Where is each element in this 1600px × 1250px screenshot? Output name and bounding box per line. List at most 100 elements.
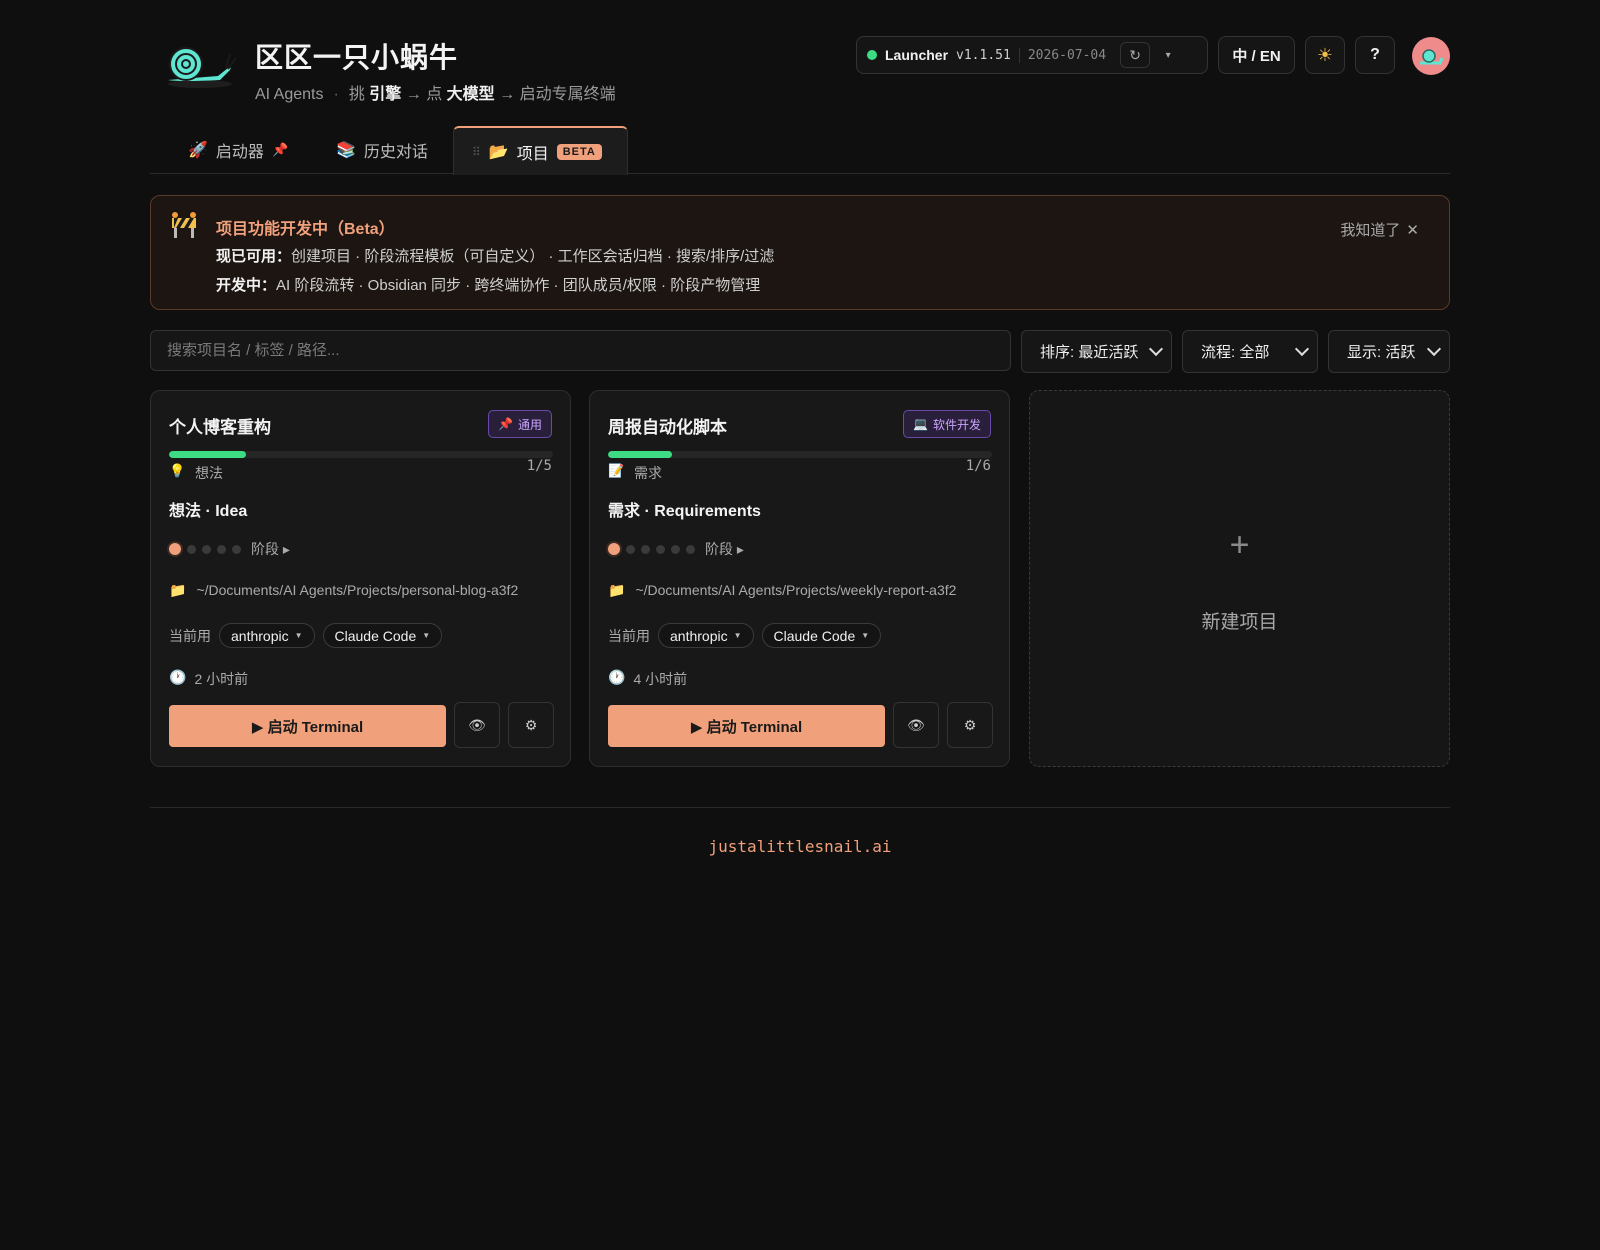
subtitle-arrow: → 点 [405,86,443,103]
header: 区区一只小蜗牛 AI Agents · 挑 引擎 → 点 大模型 → 启动专属终端 … [150,30,1450,110]
tool-value: Claude Code [773,627,856,644]
construction-icon [172,212,196,238]
sort-select[interactable]: 排序: 最近活跃 [1021,330,1172,373]
launcher-name: Launcher [885,47,949,63]
chevron-down-icon [1148,341,1164,357]
pin-icon: 📌 [271,142,289,157]
chevron-down-icon: ▼ [294,631,303,640]
project-card[interactable]: 周报自动化脚本 💻 软件开发 📝 需求 1/6 需求 · Requirement… [589,390,1010,767]
stage-short: 需求 [634,465,662,481]
stage-dot-current[interactable] [608,543,620,555]
chevron-down-icon: ▼ [861,631,870,640]
model-row: 当前用 anthropic ▼ Claude Code ▼ [608,623,882,648]
project-card[interactable]: 个人博客重构 📌 通用 💡 想法 1/5 想法 · Idea 阶段 ▸ 📁 ~/… [150,390,571,767]
tab-label: 启动器 [215,144,264,161]
project-tag[interactable]: 📌 通用 [488,410,552,438]
tool-dropdown[interactable]: Claude Code ▼ [761,623,882,648]
last-active: 🕐 2 小时前 [169,669,248,689]
language-toggle-button[interactable]: 中 / EN [1218,36,1295,74]
stage-short: 想法 [195,465,223,481]
current-label: 当前用 [608,627,650,644]
beta-badge: BETA [556,143,602,160]
launcher-status[interactable]: Launcher v1.1.51 2026-07-04 ↻ ▾ [856,36,1208,74]
time-text: 2 小时前 [194,671,249,687]
current-label: 当前用 [169,627,211,644]
lightbulb-icon: 💡 [169,463,186,478]
stage-dot[interactable] [232,544,241,554]
status-dot-icon [867,50,877,60]
last-active: 🕐 4 小时前 [608,669,687,689]
time-text: 4 小时前 [633,671,688,687]
drag-handle-icon[interactable]: ⠿ [472,145,481,159]
stage-dot[interactable] [626,544,635,554]
provider-value: anthropic [231,627,289,644]
clock-icon: 🕐 [608,669,626,685]
launch-terminal-button[interactable]: ▶ 启动 Terminal [608,705,885,747]
tool-dropdown[interactable]: Claude Code ▼ [322,623,443,648]
new-project-card[interactable]: + 新建项目 [1029,390,1450,767]
provider-dropdown[interactable]: anthropic ▼ [658,623,754,648]
eye-icon[interactable]: 👁 [454,702,500,748]
path-text: ~/Documents/AI Agents/Projects/personal-… [196,582,519,598]
sun-icon[interactable]: ☀ [1305,36,1345,74]
dismiss-button[interactable]: 我知道了 ✕ [1340,219,1419,240]
refresh-icon[interactable]: ↻ [1120,42,1151,68]
stage-dot[interactable] [217,544,226,554]
project-name: 周报自动化脚本 [608,418,727,437]
search-input[interactable] [150,330,1011,371]
help-button[interactable]: ? [1355,36,1395,74]
stage-dot[interactable] [686,544,695,554]
eye-icon[interactable]: 👁 [893,702,939,748]
stage-dots-label: 阶段 ▸ [705,541,744,557]
folder-icon: 📂 [488,143,509,161]
close-icon: ✕ [1406,221,1419,239]
subtitle-rest: → 启动专属终端 [499,86,616,103]
folder-icon: 📁 [169,582,187,598]
show-select[interactable]: 显示: 活跃 [1328,330,1450,373]
stage-dot[interactable] [187,544,196,554]
tab-label: 项目 [516,145,549,163]
avatar[interactable] [1412,37,1450,75]
tab-bar: 🚀 启动器 📌 📚 历史对话 ⠿ 📂 项目 BETA [150,126,1450,175]
banner-available: 现已可用：创建项目 · 阶段流程模板（可自定义） · 工作区会话归档 · 搜索/… [216,245,774,266]
stage-dots[interactable]: 阶段 ▸ [608,539,744,559]
stage-dot[interactable] [202,544,211,554]
tab-history[interactable]: 📚 历史对话 [318,126,446,174]
project-tag[interactable]: 💻 软件开发 [903,410,991,438]
stage-dot[interactable] [671,544,680,554]
memo-icon: 📝 [608,463,625,478]
available-label: 现已可用： [216,248,292,265]
chevron-down-icon[interactable]: ▾ [1158,50,1178,61]
flow-select[interactable]: 流程: 全部 [1182,330,1318,373]
tool-value: Claude Code [334,627,417,644]
launch-terminal-button[interactable]: ▶ 启动 Terminal [169,705,446,747]
footer-link[interactable]: justalittlesnail.ai [0,837,1600,856]
snail-logo-icon [168,47,237,88]
dev-text: AI 阶段流转 · Obsidian 同步 · 跨终端协作 · 团队成员/权限 … [276,277,761,294]
footer-divider [150,807,1450,808]
tab-label: 历史对话 [363,144,428,161]
stage-dot[interactable] [656,544,665,554]
flow-value: 流程: 全部 [1201,344,1270,361]
provider-dropdown[interactable]: anthropic ▼ [219,623,315,648]
rocket-icon: 🚀 [188,142,208,159]
gear-icon[interactable]: ⚙ [508,702,554,748]
stage-count: 1/6 [965,458,991,474]
chevron-down-icon: ▼ [733,631,742,640]
subtitle-prefix: AI Agents [255,86,324,103]
stage-dots[interactable]: 阶段 ▸ [169,539,290,559]
tab-launcher[interactable]: 🚀 启动器 📌 [170,126,306,174]
model-row: 当前用 anthropic ▼ Claude Code ▼ [169,623,443,648]
tab-projects[interactable]: ⠿ 📂 项目 BETA [453,126,628,175]
chevron-down-icon [1426,341,1442,357]
gear-icon[interactable]: ⚙ [947,702,993,748]
stage-dot[interactable] [641,544,650,554]
stage-dot-current[interactable] [169,543,181,555]
project-path: 📁 ~/Documents/AI Agents/Projects/weekly-… [608,582,956,599]
chevron-down-icon [1294,341,1310,357]
launcher-date: 2026-07-04 [1018,47,1106,63]
progress-fill [608,451,672,458]
subtitle-separator: · [333,86,339,103]
path-text: ~/Documents/AI Agents/Projects/weekly-re… [635,582,957,598]
launcher-version: v1.1.51 [956,47,1011,63]
